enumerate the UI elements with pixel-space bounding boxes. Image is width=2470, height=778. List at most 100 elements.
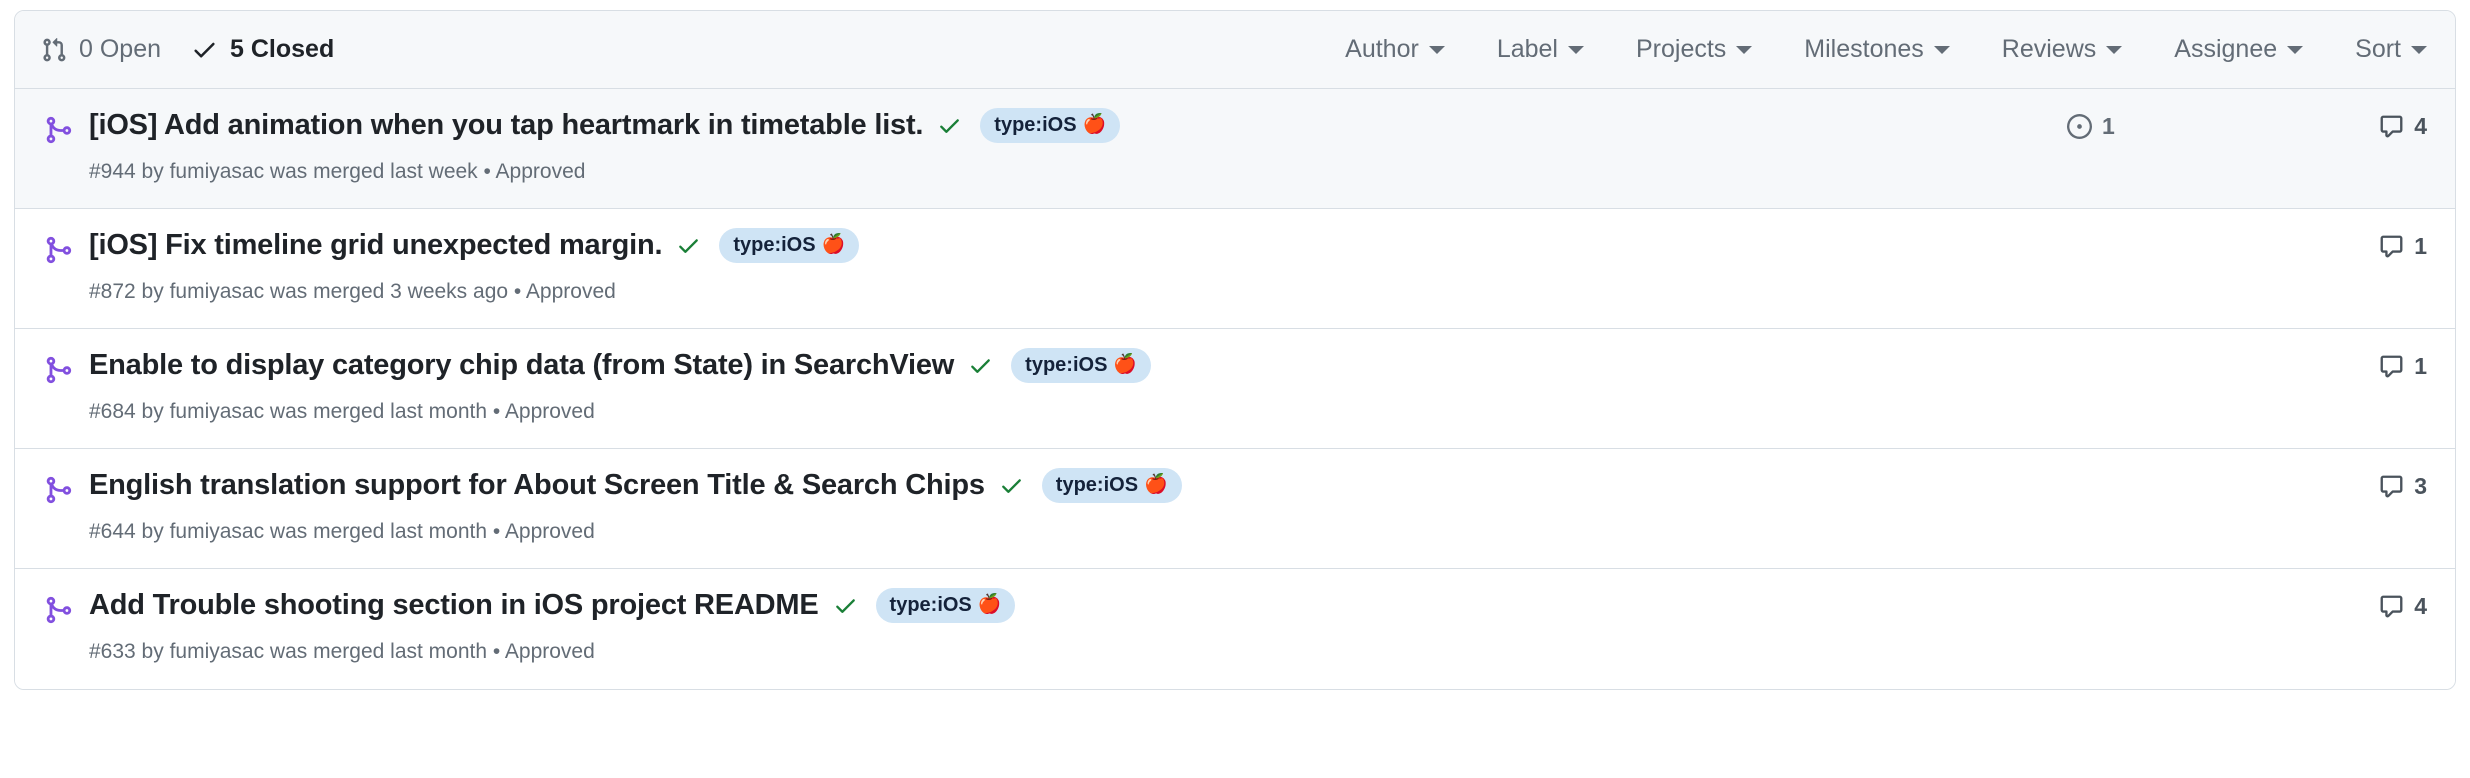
filter-milestones-dropdown[interactable]: Milestones: [1804, 35, 1950, 64]
pull-request-main: [iOS] Fix timeline grid unexpected margi…: [89, 227, 2067, 305]
filter-author-label: Author: [1345, 35, 1419, 64]
label-chip[interactable]: type:iOS 🍎: [719, 228, 859, 263]
pull-request-title-line: Enable to display category chip data (fr…: [89, 347, 2067, 385]
pull-request-main: [iOS] Add animation when you tap heartma…: [89, 107, 2067, 185]
apple-emoji-icon: 🍎: [822, 234, 846, 257]
filter-milestones-label: Milestones: [1804, 35, 1924, 64]
comment-counter[interactable]: 3: [2379, 473, 2427, 500]
pull-request-meta: #644 by fumiyasac was merged last month …: [89, 518, 2067, 545]
label-chip-text: type:iOS: [733, 233, 815, 257]
pull-request-meta: #633 by fumiyasac was merged last month …: [89, 638, 2067, 665]
chevron-down-icon: [2106, 46, 2122, 54]
label-chip[interactable]: type:iOS 🍎: [980, 108, 1120, 143]
approved-check-icon: [999, 473, 1024, 498]
pull-request-title-link[interactable]: English translation support for About Sc…: [89, 467, 985, 505]
filter-author-dropdown[interactable]: Author: [1345, 35, 1445, 64]
filter-projects-dropdown[interactable]: Projects: [1636, 35, 1752, 64]
apple-emoji-icon: 🍎: [1144, 474, 1168, 497]
pull-request-meta: #872 by fumiyasac was merged 3 weeks ago…: [89, 278, 2067, 305]
filter-closed-pull-requests[interactable]: 5 Closed: [191, 35, 334, 64]
pull-request-title-line: [iOS] Fix timeline grid unexpected margi…: [89, 227, 2067, 265]
filter-reviews-label: Reviews: [2002, 35, 2096, 64]
label-chip-text: type:iOS: [994, 113, 1076, 137]
open-count-label: 0 Open: [79, 35, 161, 64]
task-progress-slot: [2067, 474, 2297, 499]
chevron-down-icon: [2411, 46, 2427, 54]
apple-emoji-icon: 🍎: [1083, 114, 1107, 137]
pull-request-meta: #944 by fumiyasac was merged last week •…: [89, 158, 2067, 185]
comment-icon: [2379, 354, 2404, 379]
filter-sort-label: Sort: [2355, 35, 2401, 64]
comment-count: 3: [2414, 473, 2427, 500]
comment-count: 1: [2414, 233, 2427, 260]
label-chip-text: type:iOS: [890, 593, 972, 617]
task-progress-count: 1: [2102, 113, 2115, 140]
task-progress-counter[interactable]: 1: [2067, 113, 2115, 140]
chevron-down-icon: [1568, 46, 1584, 54]
label-chip-text: type:iOS: [1025, 353, 1107, 377]
comment-counter[interactable]: 4: [2379, 113, 2427, 140]
pull-request-row[interactable]: [iOS] Add animation when you tap heartma…: [15, 89, 2455, 209]
task-progress-slot: [2067, 354, 2297, 379]
pull-request-row-right: 3: [2067, 473, 2427, 500]
filter-label-dropdown[interactable]: Label: [1497, 35, 1584, 64]
list-header: 0 Open 5 Closed Author: [15, 11, 2455, 89]
pull-request-row[interactable]: [iOS] Fix timeline grid unexpected margi…: [15, 209, 2455, 329]
filter-label-label: Label: [1497, 35, 1558, 64]
pull-request-title-link[interactable]: Enable to display category chip data (fr…: [89, 347, 954, 385]
pull-request-meta: #684 by fumiyasac was merged last month …: [89, 398, 2067, 425]
pull-request-row[interactable]: Add Trouble shooting section in iOS proj…: [15, 569, 2455, 689]
check-icon: [191, 36, 218, 63]
pull-request-row[interactable]: Enable to display category chip data (fr…: [15, 329, 2455, 449]
comment-counter[interactable]: 1: [2379, 353, 2427, 380]
filter-reviews-dropdown[interactable]: Reviews: [2002, 35, 2122, 64]
pull-request-title-line: Add Trouble shooting section in iOS proj…: [89, 587, 2067, 625]
pull-request-row-right: 1: [2067, 353, 2427, 380]
pull-request-title-link[interactable]: [iOS] Add animation when you tap heartma…: [89, 107, 923, 145]
pull-request-row-right: 1: [2067, 233, 2427, 260]
comment-count-slot: 1: [2297, 353, 2427, 380]
filter-dropdown-group: Author Label Projects Milestones Reviews: [1345, 35, 2427, 64]
comment-counter[interactable]: 1: [2379, 233, 2427, 260]
label-chip[interactable]: type:iOS 🍎: [1042, 468, 1182, 503]
pull-request-title-link[interactable]: [iOS] Fix timeline grid unexpected margi…: [89, 227, 662, 265]
pull-request-main: English translation support for About Sc…: [89, 467, 2067, 545]
pull-request-rows: [iOS] Add animation when you tap heartma…: [15, 89, 2455, 689]
filter-sort-dropdown[interactable]: Sort: [2355, 35, 2427, 64]
comment-icon: [2379, 234, 2404, 259]
chevron-down-icon: [1934, 46, 1950, 54]
filter-open-pull-requests[interactable]: 0 Open: [41, 35, 161, 64]
comment-counter[interactable]: 4: [2379, 593, 2427, 620]
approved-check-icon: [968, 353, 993, 378]
pull-request-list-container: 0 Open 5 Closed Author: [14, 10, 2456, 690]
comment-count-slot: 4: [2297, 593, 2427, 620]
task-progress-slot: [2067, 234, 2297, 259]
comment-icon: [2379, 114, 2404, 139]
state-filter-group: 0 Open 5 Closed: [41, 35, 334, 64]
pull-request-list-page: 0 Open 5 Closed Author: [0, 0, 2470, 778]
filter-projects-label: Projects: [1636, 35, 1726, 64]
closed-count-label: 5 Closed: [230, 35, 334, 64]
git-pull-request-icon: [41, 37, 67, 63]
label-chip[interactable]: type:iOS 🍎: [876, 588, 1016, 623]
chevron-down-icon: [1736, 46, 1752, 54]
task-progress-slot: 1: [2067, 113, 2297, 140]
approved-check-icon: [937, 113, 962, 138]
pull-request-title-link[interactable]: Add Trouble shooting section in iOS proj…: [89, 587, 819, 625]
approved-check-icon: [676, 233, 701, 258]
comment-count: 4: [2414, 113, 2427, 140]
pull-request-row[interactable]: English translation support for About Sc…: [15, 449, 2455, 569]
git-merge-icon: [41, 115, 75, 145]
git-merge-icon: [41, 475, 75, 505]
chevron-down-icon: [2287, 46, 2303, 54]
task-progress-icon: [2067, 114, 2092, 139]
filter-assignee-dropdown[interactable]: Assignee: [2174, 35, 2303, 64]
comment-count: 4: [2414, 593, 2427, 620]
git-merge-icon: [41, 235, 75, 265]
apple-emoji-icon: 🍎: [1113, 354, 1137, 377]
comment-count: 1: [2414, 353, 2427, 380]
label-chip[interactable]: type:iOS 🍎: [1011, 348, 1151, 383]
git-merge-icon: [41, 355, 75, 385]
pull-request-title-line: English translation support for About Sc…: [89, 467, 2067, 505]
pull-request-main: Enable to display category chip data (fr…: [89, 347, 2067, 425]
